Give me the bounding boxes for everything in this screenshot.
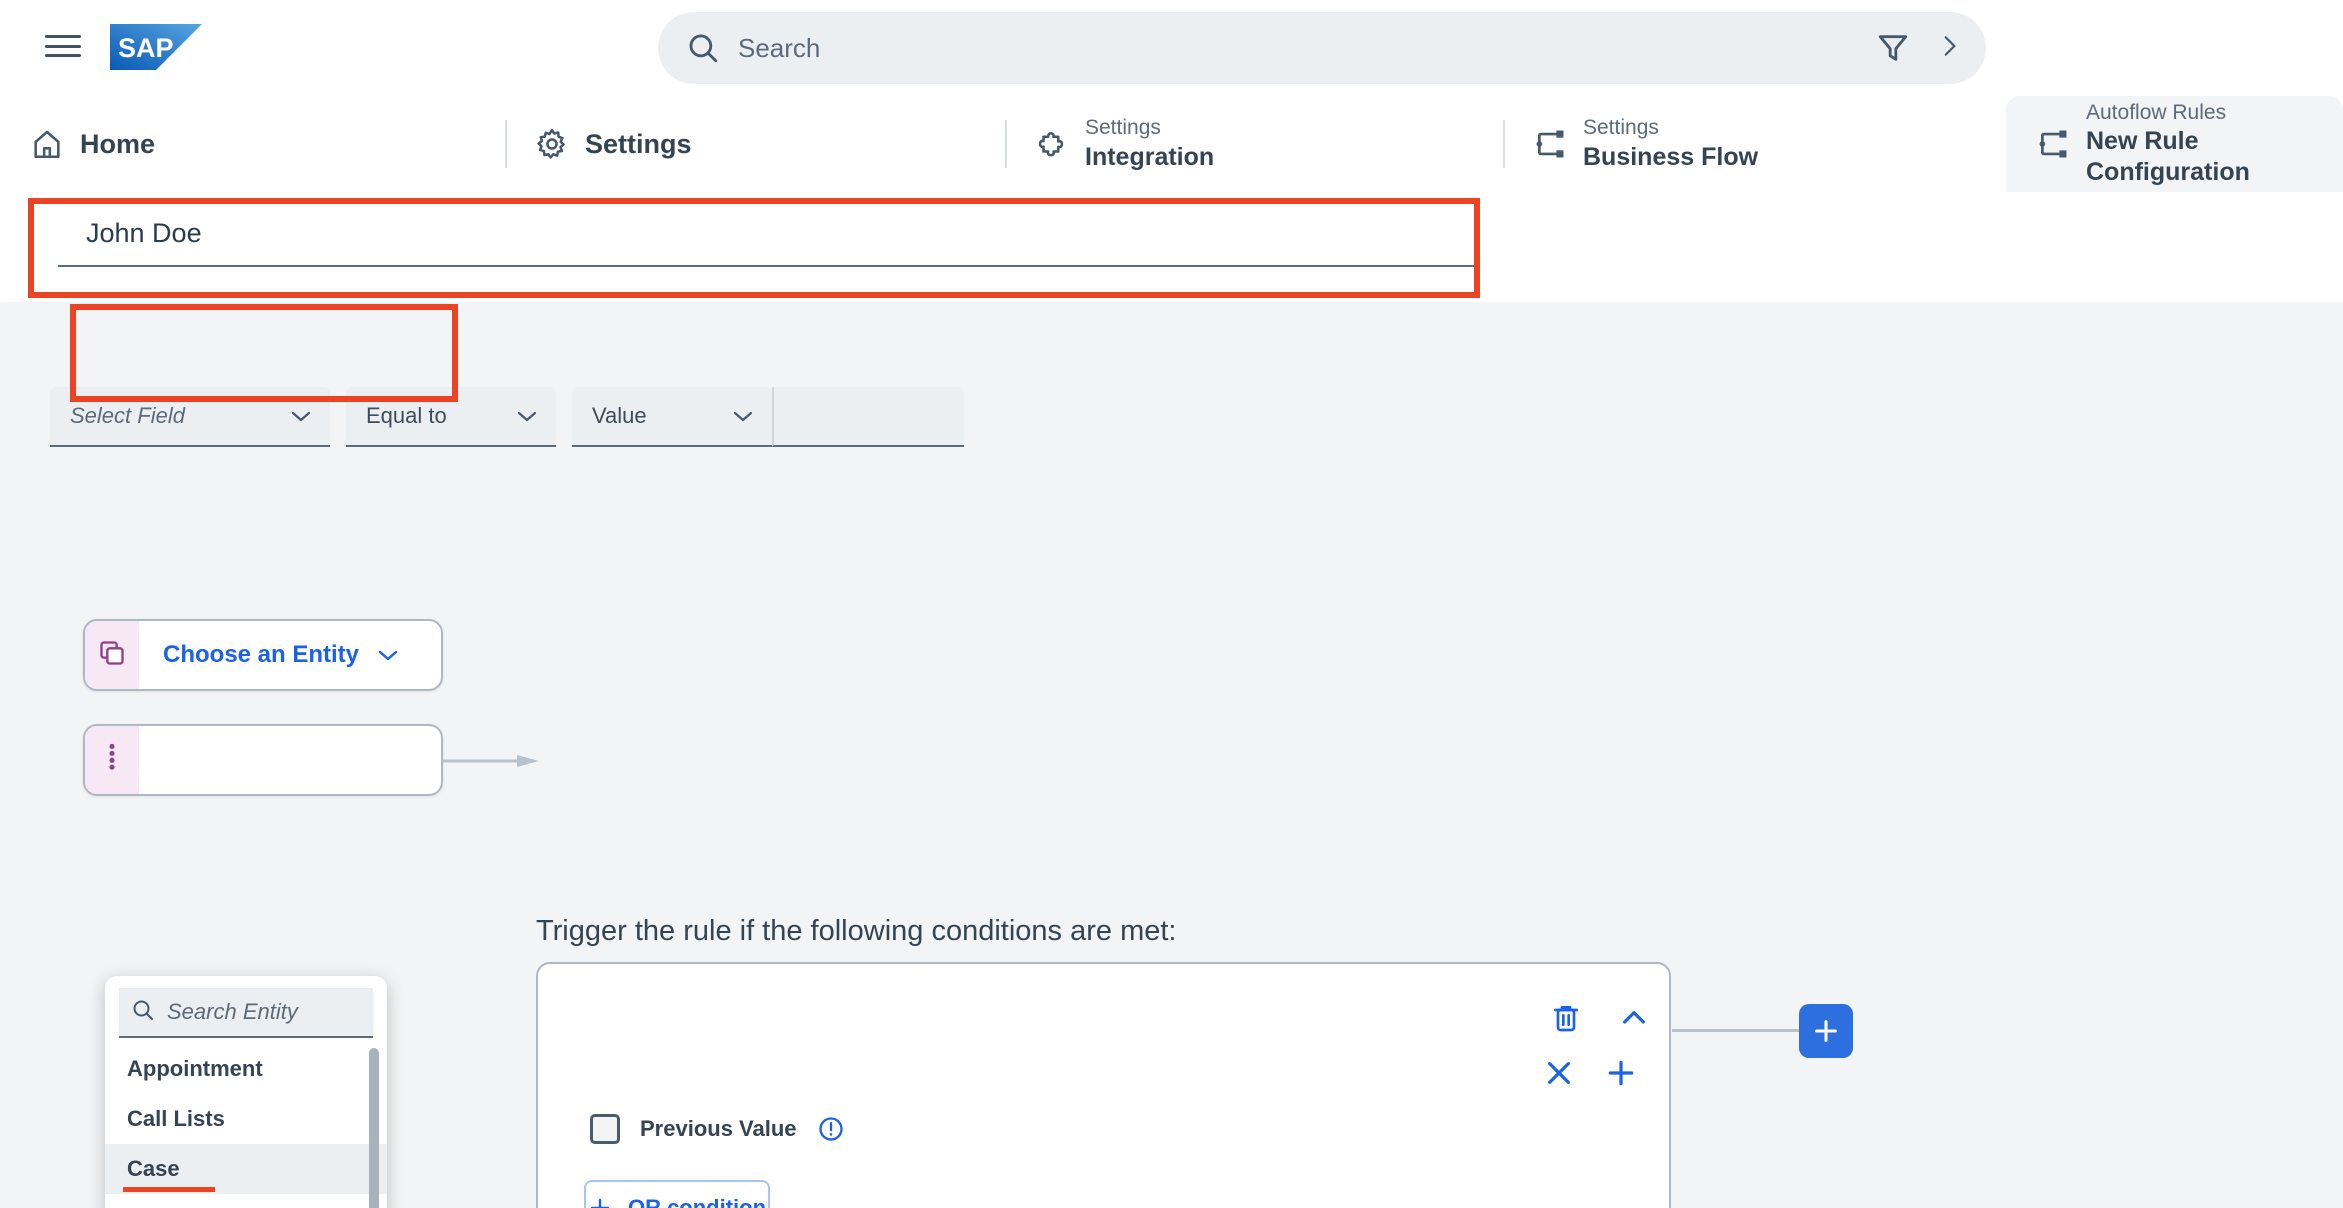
- nav-divider: [1005, 120, 1007, 168]
- rule-name-header: [0, 192, 2343, 302]
- select-field-dropdown[interactable]: Select Field: [50, 387, 330, 447]
- rule-name-field-wrapper: [58, 214, 1478, 267]
- secondary-entity-node[interactable]: [83, 724, 443, 796]
- home-icon: [30, 127, 64, 161]
- copy-entity-icon: [98, 639, 126, 672]
- nav-tab-new-rule-label: New Rule Configuration: [2086, 126, 2250, 187]
- info-circle-icon[interactable]: [817, 1115, 845, 1143]
- nav-tab-integration-sublabel: Settings: [1085, 116, 1161, 140]
- chevron-down-icon: [733, 411, 753, 422]
- value-type-dropdown[interactable]: Value: [572, 387, 772, 447]
- entity-item-label: Appointment: [127, 1056, 263, 1081]
- top-bar: SAP: [0, 0, 2343, 96]
- entity-item-label: Call Lists: [127, 1106, 225, 1131]
- condition-value-input[interactable]: [772, 387, 964, 447]
- entity-search-box[interactable]: [119, 988, 387, 1038]
- plus-icon: [1815, 1020, 1837, 1042]
- entity-list-scrollbar[interactable]: [369, 1048, 379, 1208]
- filter-icon[interactable]: [1876, 31, 1910, 65]
- entity-dropdown-menu: Appointment Call Lists Case Chat Email E…: [105, 976, 387, 1208]
- hamburger-menu-icon[interactable]: [45, 31, 81, 61]
- chevron-down-icon: [517, 411, 537, 422]
- sap-logo[interactable]: SAP: [110, 24, 202, 70]
- nav-tab-settings-label: Settings: [585, 128, 692, 159]
- chevron-down-icon: [291, 411, 311, 422]
- previous-value-row: Previous Value: [590, 1114, 845, 1144]
- entity-list-item[interactable]: Chat: [105, 1194, 387, 1208]
- flow-icon: [1533, 127, 1567, 161]
- condition-row: Select Field Equal to Value: [50, 387, 964, 447]
- operator-value: Equal to: [366, 403, 447, 428]
- choose-entity-label: Choose an Entity: [163, 641, 360, 668]
- condition-row-actions: [1543, 1057, 1637, 1089]
- nav-tab-new-rule-sublabel: Autoflow Rules: [2086, 100, 2227, 124]
- nav-tab-home[interactable]: Home: [0, 96, 505, 192]
- plus-icon: [590, 1198, 610, 1208]
- global-search-bar[interactable]: [658, 12, 1986, 84]
- or-condition-label: OR condition: [627, 1195, 767, 1208]
- close-x-icon[interactable]: [1543, 1057, 1575, 1089]
- condition-row-top-actions: [1550, 1002, 1650, 1034]
- nav-tab-home-label: Home: [80, 128, 156, 159]
- drag-handle-dots-icon[interactable]: [108, 743, 116, 778]
- rule-canvas: Choose an Entity Trigger the rule if the…: [0, 302, 2343, 1208]
- arrow-right-connector: [443, 754, 539, 767]
- puzzle-icon: [1035, 127, 1069, 161]
- operator-dropdown[interactable]: Equal to: [346, 387, 556, 447]
- conditions-panel: [536, 962, 1671, 1208]
- nav-tab-business-flow-label: Business Flow: [1583, 142, 1759, 171]
- add-step-button[interactable]: [1799, 1004, 1853, 1058]
- entity-list-item[interactable]: Appointment: [105, 1044, 387, 1094]
- svg-text:SAP: SAP: [118, 33, 174, 63]
- nav-tab-integration-label: Integration: [1085, 142, 1215, 171]
- entity-node-gutter: [85, 726, 139, 794]
- entity-search-wrapper: [105, 976, 387, 1038]
- entity-search-input[interactable]: [167, 999, 387, 1025]
- select-field-value: Select Field: [70, 403, 185, 428]
- chevron-up-icon[interactable]: [1618, 1002, 1650, 1034]
- selected-entity-highlight-underline: [123, 1187, 215, 1192]
- entity-list: Appointment Call Lists Case Chat Email E…: [105, 1044, 387, 1208]
- app-root: SAP Search Home Settings Settings Integr…: [0, 0, 2343, 1208]
- entity-item-label: Case: [127, 1156, 180, 1181]
- plus-icon[interactable]: [1605, 1057, 1637, 1089]
- flow-icon: [2036, 127, 2070, 161]
- previous-value-label: Previous Value: [640, 1116, 797, 1141]
- secondary-entity-body: [139, 726, 441, 794]
- nav-divider: [505, 120, 507, 168]
- nav-divider: [1503, 120, 1505, 168]
- search-icon: [131, 998, 155, 1027]
- chevron-down-icon[interactable]: [377, 648, 399, 662]
- or-condition-button[interactable]: OR condition: [584, 1180, 770, 1208]
- nav-tab-business-flow-sublabel: Settings: [1583, 116, 1659, 140]
- gear-icon: [535, 127, 569, 161]
- entity-list-item-selected[interactable]: Case: [105, 1144, 387, 1194]
- trash-icon[interactable]: [1550, 1002, 1582, 1034]
- entity-node-gutter: [85, 621, 139, 689]
- nav-tab-settings[interactable]: Settings: [505, 96, 1005, 192]
- nav-tab-integration[interactable]: Settings Integration: [1005, 96, 1503, 192]
- value-type-value: Value: [592, 403, 647, 428]
- breadcrumb-nav-bar: Home Settings Settings Integration Setti…: [0, 96, 2343, 192]
- choose-entity-node[interactable]: Choose an Entity: [83, 619, 443, 691]
- conditions-title: Trigger the rule if the following condit…: [536, 915, 1177, 947]
- nav-tab-new-rule-configuration[interactable]: Autoflow Rules New Rule Configuration: [2006, 96, 2343, 192]
- entity-list-item[interactable]: Call Lists: [105, 1094, 387, 1144]
- search-input[interactable]: [720, 32, 1876, 64]
- nav-tab-business-flow[interactable]: Settings Business Flow: [1503, 96, 2006, 192]
- choose-entity-body[interactable]: Choose an Entity: [139, 621, 441, 689]
- previous-value-checkbox[interactable]: [590, 1114, 620, 1144]
- add-step-connector-line: [1672, 1029, 1812, 1032]
- rule-name-input[interactable]: [58, 214, 1478, 267]
- entity-list-scrollbar-thumb[interactable]: [369, 1048, 379, 1208]
- search-expand-chevron-right-icon[interactable]: [1936, 33, 1962, 63]
- search-icon: [686, 31, 720, 65]
